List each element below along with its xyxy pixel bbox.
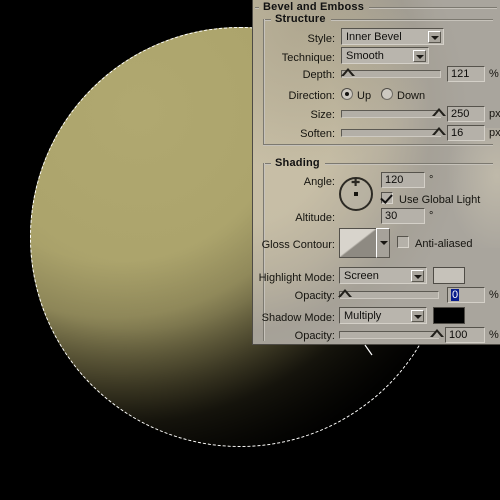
highlight-mode-dropdown[interactable]: Screen xyxy=(339,267,427,284)
shading-rule-right xyxy=(325,163,493,165)
soften-unit: px xyxy=(489,127,500,139)
altitude-value: 30 xyxy=(385,210,398,222)
panel-translucency-overlay-edge xyxy=(427,128,500,248)
use-global-light-label: Use Global Light xyxy=(399,194,481,206)
soften-value-field[interactable]: 16 xyxy=(447,125,485,141)
highlight-opacity-unit: % xyxy=(489,289,499,301)
altitude-label: Altitude: xyxy=(295,212,335,224)
altitude-value-field[interactable]: 30 xyxy=(381,208,425,224)
gloss-contour-dropdown-icon[interactable] xyxy=(376,228,390,258)
size-value-field[interactable]: 250 xyxy=(447,106,485,122)
direction-radio-up[interactable] xyxy=(341,88,353,100)
shadow-opacity-unit: % xyxy=(489,329,499,341)
angle-value-field[interactable]: 120 xyxy=(381,172,425,188)
angle-label: Angle: xyxy=(303,176,335,188)
highlight-opacity-label: Opacity: xyxy=(294,290,335,302)
chevron-down-icon[interactable] xyxy=(428,31,441,43)
direction-up-label: Up xyxy=(357,90,372,102)
light-angle-dial[interactable]: ✚ xyxy=(339,177,373,211)
shadow-mode-dropdown[interactable]: Multiply xyxy=(339,307,427,324)
soften-value: 16 xyxy=(451,127,464,139)
depth-value-field[interactable]: 121 xyxy=(447,66,485,82)
highlight-opacity-slider-track[interactable] xyxy=(339,291,439,299)
shadow-mode-label: Shadow Mode: xyxy=(261,312,335,324)
direction-radio-down[interactable] xyxy=(381,88,393,100)
depth-unit: % xyxy=(489,68,499,80)
shadow-opacity-value-field[interactable]: 100 xyxy=(445,327,485,343)
gloss-contour-label: Gloss Contour: xyxy=(261,239,335,251)
size-label: Size: xyxy=(310,109,335,121)
panel-title-rule-right xyxy=(369,7,497,9)
structure-rule-right xyxy=(331,19,493,21)
style-value: Inner Bevel xyxy=(346,31,402,43)
depth-label: Depth: xyxy=(302,69,335,81)
highlight-opacity-value-field[interactable]: 0 xyxy=(447,287,485,303)
shadow-mode-value: Multiply xyxy=(344,310,382,322)
technique-value: Smooth xyxy=(346,50,384,62)
angle-unit: ° xyxy=(429,174,434,186)
depth-slider-track[interactable] xyxy=(341,70,441,78)
size-unit: px xyxy=(489,108,500,120)
panel-title: Bevel and Emboss xyxy=(263,1,365,13)
shadow-opacity-label: Opacity: xyxy=(294,330,335,342)
gloss-contour-preview[interactable] xyxy=(339,228,377,258)
style-label: Style: xyxy=(307,33,335,45)
structure-group-label: Structure xyxy=(275,13,326,25)
shading-group-label: Shading xyxy=(275,157,320,169)
size-slider-track[interactable] xyxy=(341,110,441,118)
angle-center-dot xyxy=(354,192,358,196)
highlight-mode-label: Highlight Mode: xyxy=(258,272,335,284)
soften-slider-track[interactable] xyxy=(341,129,441,137)
bevel-and-emboss-panel: Bevel and Emboss Structure Style: Inner … xyxy=(252,0,500,345)
anti-aliased-label: Anti-aliased xyxy=(415,238,473,250)
panel-title-rule-left xyxy=(255,7,259,9)
shadow-opacity-slider-track[interactable] xyxy=(339,331,439,339)
angle-value: 120 xyxy=(385,174,404,186)
style-dropdown[interactable]: Inner Bevel xyxy=(341,28,444,45)
chevron-down-icon[interactable] xyxy=(413,50,426,62)
chevron-down-icon[interactable] xyxy=(411,270,424,282)
highlight-opacity-value: 0 xyxy=(451,289,460,301)
highlight-color-swatch[interactable] xyxy=(433,267,465,284)
shadow-opacity-value: 100 xyxy=(449,329,468,341)
technique-label: Technique: xyxy=(281,52,335,64)
angle-pointer-icon: ✚ xyxy=(351,177,361,189)
shadow-color-swatch[interactable] xyxy=(433,307,465,324)
use-global-light-checkbox[interactable] xyxy=(381,192,393,204)
chevron-down-icon[interactable] xyxy=(411,310,424,322)
photoshop-canvas-with-layer-style-dialog: Bevel and Emboss Structure Style: Inner … xyxy=(0,0,500,500)
structure-border-bottom xyxy=(263,144,493,146)
size-value: 250 xyxy=(451,108,470,120)
direction-label: Direction: xyxy=(288,90,335,102)
anti-aliased-checkbox[interactable] xyxy=(397,236,409,248)
altitude-unit: ° xyxy=(429,210,434,222)
soften-label: Soften: xyxy=(300,128,335,140)
highlight-mode-value: Screen xyxy=(344,270,379,282)
technique-dropdown[interactable]: Smooth xyxy=(341,47,429,64)
direction-down-label: Down xyxy=(397,90,426,102)
depth-value: 121 xyxy=(451,68,470,80)
